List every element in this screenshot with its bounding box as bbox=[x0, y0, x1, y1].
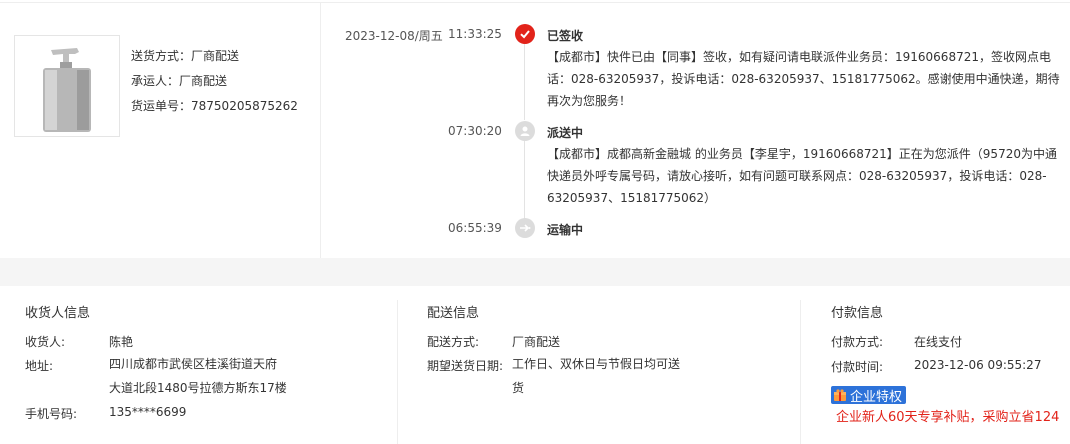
tracking-number-row: 货运单号：78750205875262 bbox=[131, 96, 298, 121]
column-divider bbox=[397, 300, 398, 444]
timeline-date: 2023-12-08/周五 bbox=[345, 29, 443, 43]
shipping-method-value: 厂商配送 bbox=[191, 49, 240, 63]
check-icon bbox=[515, 24, 535, 44]
section-separator bbox=[0, 258, 1070, 286]
soap-dispenser-image bbox=[43, 48, 91, 132]
expected-date-line-2: 货 bbox=[512, 381, 525, 395]
product-thumbnail[interactable] bbox=[14, 35, 120, 137]
timeline-description: 【成都市】快件已由【同事】签收，如有疑问请电联派件业务员：19160668721… bbox=[547, 50, 1060, 108]
timeline-status: 已签收 bbox=[547, 29, 584, 43]
tracking-number-value: 78750205875262 bbox=[191, 99, 298, 113]
delivery-method-value: 厂商配送 bbox=[512, 335, 561, 349]
vertical-divider bbox=[320, 3, 321, 258]
carrier-row: 承运人：厂商配送 bbox=[131, 71, 298, 96]
enterprise-privilege-badge[interactable]: 企业特权 bbox=[831, 386, 907, 405]
expected-date-label: 期望送货日期: bbox=[427, 359, 504, 373]
gift-icon bbox=[834, 389, 846, 401]
enterprise-privilege-label: 企业特权 bbox=[850, 389, 903, 405]
timeline-line bbox=[524, 44, 525, 120]
phone-label: 手机号码: bbox=[25, 407, 78, 421]
delivery-method-label: 配送方式: bbox=[427, 335, 480, 349]
address-line-2: 大道北段1480号拉德方斯东17楼 bbox=[109, 381, 287, 395]
payment-time-value: 2023-12-06 09:55:27 bbox=[914, 358, 1042, 372]
carrier-value: 厂商配送 bbox=[179, 74, 228, 88]
expected-date-line-1: 工作日、双休日与节假日均可送 bbox=[512, 357, 681, 371]
address-line-1: 四川成都市武侯区桂溪街道天府 bbox=[109, 357, 278, 371]
receiver-name-label: 收货人: bbox=[25, 335, 66, 349]
tracking-panel: 送货方式：厂商配送 承运人：厂商配送 货运单号：78750205875262 2… bbox=[0, 0, 1070, 258]
phone-value: 135****6699 bbox=[109, 405, 187, 419]
carrier-label: 承运人： bbox=[131, 74, 180, 88]
timeline-line bbox=[524, 141, 525, 219]
payment-method-value: 在线支付 bbox=[914, 335, 963, 349]
shipment-info: 送货方式：厂商配送 承运人：厂商配送 货运单号：78750205875262 bbox=[131, 46, 298, 121]
receiver-name-value: 陈艳 bbox=[109, 335, 134, 349]
delivery-person-icon bbox=[515, 121, 535, 141]
timeline-time: 06:55:39 bbox=[448, 221, 502, 235]
payment-time-label: 付款时间: bbox=[831, 360, 884, 374]
timeline-status: 运输中 bbox=[547, 223, 584, 237]
tracking-number-label: 货运单号： bbox=[131, 99, 192, 113]
enterprise-promo-link[interactable]: 企业新人60天专享补贴，采购立省124 bbox=[836, 406, 1070, 425]
column-divider bbox=[800, 300, 801, 444]
timeline-description: 【成都市】成都高新金融城 的业务员【李星宇，19160668721】正在为您派件… bbox=[547, 147, 1057, 205]
receiver-info-title: 收货人信息 bbox=[25, 306, 91, 321]
payment-info-title: 付款信息 bbox=[831, 306, 884, 321]
delivery-info-title: 配送信息 bbox=[427, 306, 480, 321]
top-border bbox=[0, 2, 1070, 3]
shipping-method-row: 送货方式：厂商配送 bbox=[131, 46, 298, 71]
timeline-status: 派送中 bbox=[547, 126, 584, 140]
timeline-time: 11:33:25 bbox=[448, 27, 502, 41]
transit-icon bbox=[515, 218, 535, 238]
payment-method-label: 付款方式: bbox=[831, 335, 884, 349]
shipping-method-label: 送货方式： bbox=[131, 49, 192, 63]
timeline-time: 07:30:20 bbox=[448, 124, 502, 138]
address-label: 地址: bbox=[25, 359, 54, 373]
